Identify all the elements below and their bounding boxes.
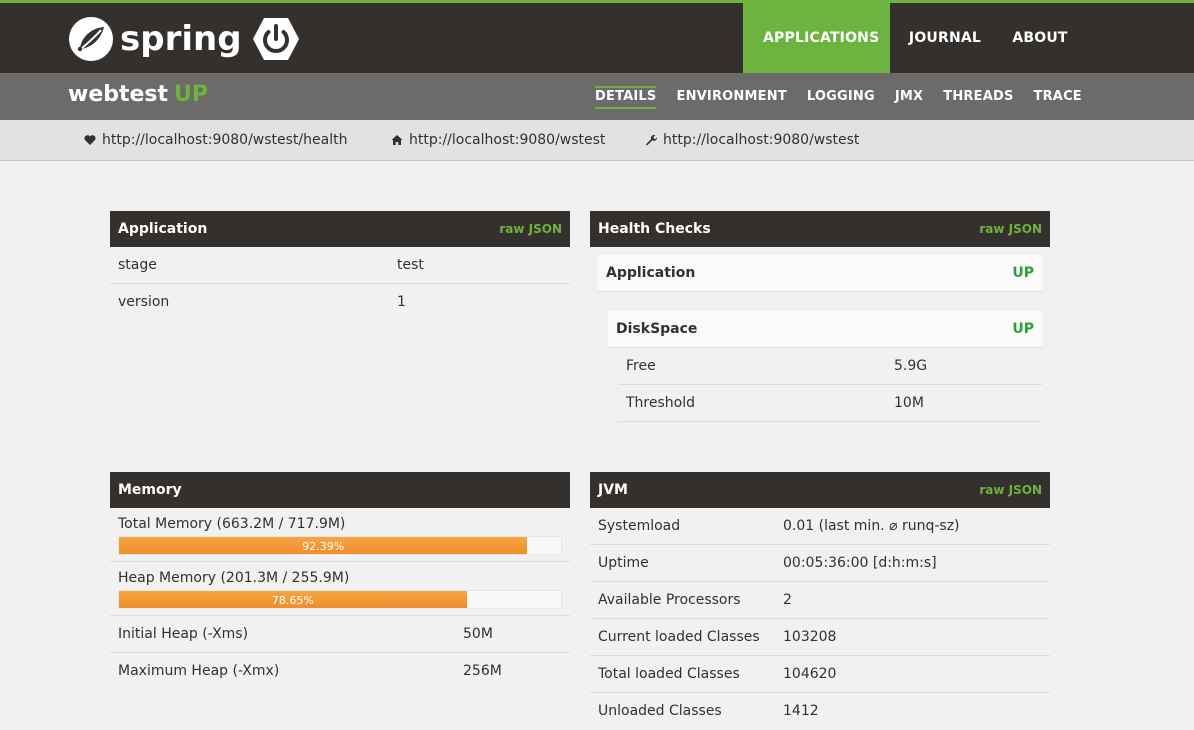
health-raw-json-link[interactable]: raw JSON <box>979 211 1042 247</box>
heap-memory-progress-bar: 78.65% <box>118 590 562 609</box>
memory-panel-title: Memory <box>118 482 182 498</box>
memory-row: Maximum Heap (-Xmx) 256M <box>110 653 570 690</box>
heap-memory-label: Heap Memory (201.3M / 255.9M) <box>118 570 350 586</box>
logo-text: spring <box>120 19 242 59</box>
tab-threads[interactable]: THREADS <box>933 73 1023 120</box>
top-navbar: spring APPLICATIONS JOURNAL ABOUT <box>0 0 1194 73</box>
spring-logo[interactable]: spring <box>68 16 242 62</box>
jvm-value: 103208 <box>783 629 837 645</box>
info-row: version 1 <box>110 284 570 321</box>
url-bar: http://localhost:9080/wstest/health http… <box>0 120 1194 161</box>
jvm-panel-title: JVM <box>598 482 628 498</box>
nav-applications[interactable]: APPLICATIONS <box>743 3 890 73</box>
nav-journal[interactable]: JOURNAL <box>890 3 1000 73</box>
jvm-row: Uptime 00:05:36:00 [d:h:m:s] <box>590 545 1050 582</box>
health-checks-body: Application UP DiskSpace UP Free 5.9G Th… <box>590 247 1050 422</box>
heap-memory-progress-fill: 78.65% <box>119 591 467 608</box>
health-panel-title: Health Checks <box>598 221 711 237</box>
diskspace-header: DiskSpace UP <box>608 311 1042 348</box>
diskspace-label: DiskSpace <box>616 321 698 337</box>
diskspace-value: 5.9G <box>894 358 928 374</box>
jvm-value: 0.01 (last min. ⌀ runq-sz) <box>783 518 960 534</box>
diskspace-row: Free 5.9G <box>618 348 1042 385</box>
jvm-row: Unloaded Classes 1412 <box>590 693 1050 730</box>
memory-key: Maximum Heap (-Xmx) <box>118 663 280 679</box>
memory-value: 50M <box>463 626 493 642</box>
health-application-label: Application <box>606 265 696 281</box>
jvm-value: 104620 <box>783 666 837 682</box>
spring-boot-power-icon <box>253 18 299 60</box>
main-nav: APPLICATIONS JOURNAL ABOUT <box>743 3 1080 73</box>
home-url-link[interactable]: http://localhost:9080/wstest <box>391 120 605 160</box>
diskspace-value: 10M <box>894 395 924 411</box>
jvm-key: Current loaded Classes <box>598 629 760 645</box>
jvm-row: Systemload 0.01 (last min. ⌀ runq-sz) <box>590 508 1050 545</box>
total-memory-progress-fill: 92.39% <box>119 537 528 554</box>
diskspace-section: DiskSpace UP Free 5.9G Threshold 10M <box>598 292 1042 422</box>
health-url-link[interactable]: http://localhost:9080/wstest/health <box>84 120 347 160</box>
jvm-value: 1412 <box>783 703 819 719</box>
tab-jmx[interactable]: JMX <box>885 73 933 120</box>
health-application-header: Application UP <box>598 255 1042 292</box>
diskspace-status: UP <box>1012 321 1034 337</box>
tab-logging[interactable]: LOGGING <box>797 73 885 120</box>
tab-details[interactable]: DETAILS <box>585 73 666 120</box>
tab-trace[interactable]: TRACE <box>1024 73 1092 120</box>
application-raw-json-link[interactable]: raw JSON <box>499 211 562 247</box>
application-panel: Application raw JSON stage test version … <box>110 211 570 321</box>
management-url-link[interactable]: http://localhost:9080/wstest <box>645 120 859 160</box>
jvm-key: Unloaded Classes <box>598 703 722 719</box>
health-panel-header: Health Checks raw JSON <box>590 211 1050 247</box>
jvm-key: Available Processors <box>598 592 741 608</box>
jvm-key: Uptime <box>598 555 649 571</box>
memory-panel-header: Memory <box>110 472 570 508</box>
info-value: test <box>397 257 424 273</box>
info-row: stage test <box>110 247 570 284</box>
app-status-badge: UP <box>174 82 209 107</box>
home-icon <box>391 135 403 145</box>
jvm-panel-header: JVM raw JSON <box>590 472 1050 508</box>
app-title: webtest UP <box>68 82 208 107</box>
jvm-panel: JVM raw JSON Systemload 0.01 (last min. … <box>590 472 1050 730</box>
jvm-key: Systemload <box>598 518 681 534</box>
app-name: webtest <box>68 82 169 107</box>
info-key: stage <box>118 257 157 273</box>
management-url: http://localhost:9080/wstest <box>663 132 860 148</box>
heart-icon <box>84 135 96 145</box>
app-tabs: DETAILS ENVIRONMENT LOGGING JMX THREADS … <box>585 73 1092 120</box>
diskspace-row: Threshold 10M <box>618 385 1042 422</box>
total-memory-progress-bar: 92.39% <box>118 536 562 555</box>
info-key: version <box>118 294 170 310</box>
diskspace-key: Threshold <box>626 395 695 411</box>
jvm-value: 00:05:36:00 [d:h:m:s] <box>783 555 937 571</box>
jvm-row: Total loaded Classes 104620 <box>590 656 1050 693</box>
info-value: 1 <box>397 294 406 310</box>
memory-panel: Memory Total Memory (663.2M / 717.9M) 92… <box>110 472 570 690</box>
total-memory-block: Total Memory (663.2M / 717.9M) 92.39% <box>110 508 570 562</box>
jvm-value: 2 <box>783 592 792 608</box>
application-panel-header: Application raw JSON <box>110 211 570 247</box>
tab-environment[interactable]: ENVIRONMENT <box>666 73 796 120</box>
diskspace-key: Free <box>626 358 656 374</box>
diskspace-details: Free 5.9G Threshold 10M <box>608 348 1042 422</box>
jvm-raw-json-link[interactable]: raw JSON <box>979 472 1042 508</box>
home-url: http://localhost:9080/wstest <box>409 132 606 148</box>
application-panel-title: Application <box>118 221 208 237</box>
wrench-icon <box>646 134 657 146</box>
spring-leaf-icon <box>69 17 113 61</box>
jvm-key: Total loaded Classes <box>598 666 740 682</box>
health-application-status: UP <box>1012 265 1034 281</box>
memory-row: Initial Heap (-Xms) 50M <box>110 616 570 653</box>
health-checks-panel: Health Checks raw JSON Application UP Di… <box>590 211 1050 422</box>
total-memory-label: Total Memory (663.2M / 717.9M) <box>118 516 346 532</box>
memory-key: Initial Heap (-Xms) <box>118 626 249 642</box>
memory-value: 256M <box>463 663 502 679</box>
jvm-row: Available Processors 2 <box>590 582 1050 619</box>
app-subbar: webtest UP DETAILS ENVIRONMENT LOGGING JM… <box>0 73 1194 120</box>
heap-memory-block: Heap Memory (201.3M / 255.9M) 78.65% <box>110 562 570 616</box>
nav-about[interactable]: ABOUT <box>1000 3 1080 73</box>
jvm-row: Current loaded Classes 103208 <box>590 619 1050 656</box>
health-url: http://localhost:9080/wstest/health <box>102 132 348 148</box>
